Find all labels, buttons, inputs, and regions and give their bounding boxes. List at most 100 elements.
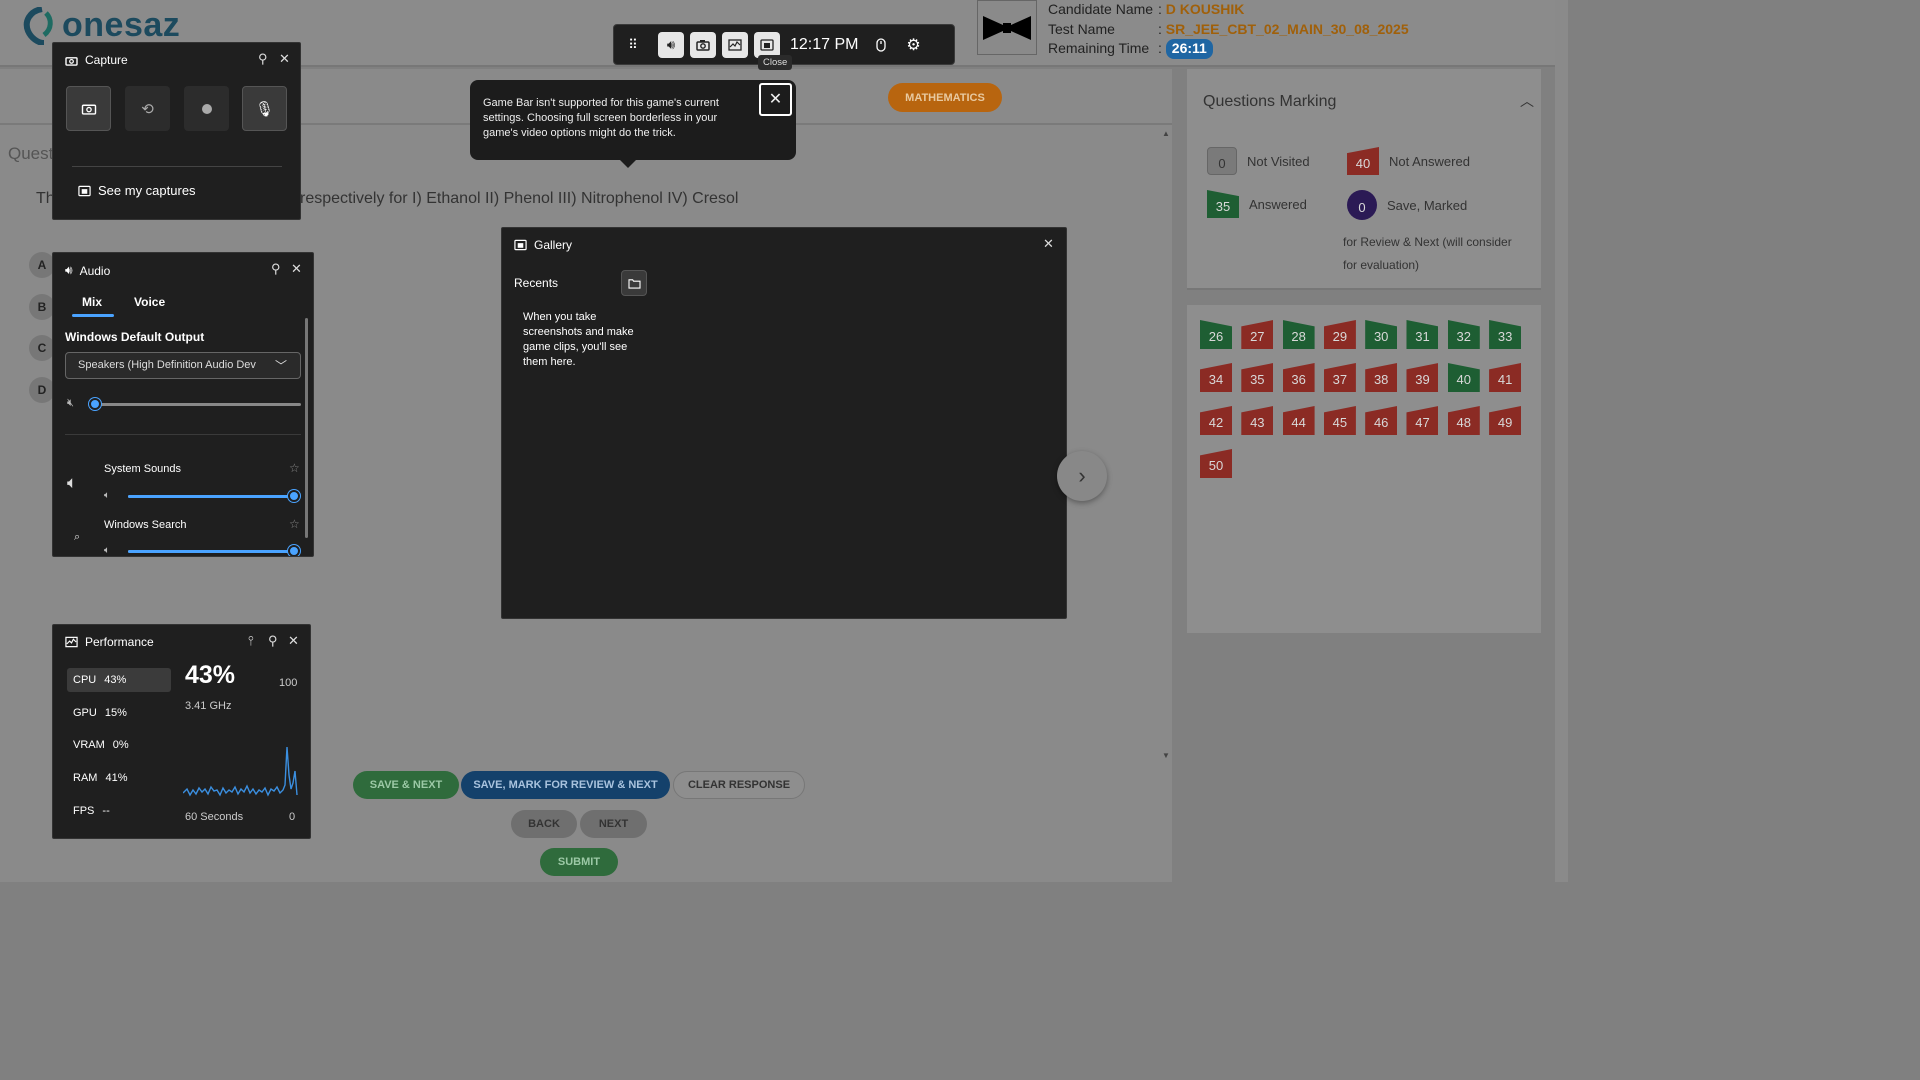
audio-scrollbar[interactable] bbox=[305, 318, 308, 538]
question-49-button[interactable]: 49 bbox=[1489, 406, 1522, 435]
tab-voice[interactable]: Voice bbox=[134, 295, 165, 309]
scroll-down-icon[interactable]: ▼ bbox=[1162, 751, 1170, 760]
open-folder-button[interactable] bbox=[621, 270, 647, 296]
gallery-title-text: Gallery bbox=[534, 238, 573, 252]
close-icon[interactable]: ✕ bbox=[1043, 236, 1054, 252]
question-42-button[interactable]: 42 bbox=[1200, 406, 1232, 435]
mic-toggle-button[interactable]: 🎙︎ bbox=[242, 86, 287, 131]
perf-label: RAM bbox=[73, 772, 98, 784]
save-mark-review-button[interactable]: SAVE, MARK FOR REVIEW & NEXT bbox=[461, 771, 670, 799]
pin-icon[interactable]: ⚲ bbox=[271, 261, 281, 277]
screenshot-button[interactable] bbox=[66, 86, 111, 131]
collapse-chevron-icon[interactable]: ︿ bbox=[1520, 91, 1534, 111]
question-35-button[interactable]: 35 bbox=[1241, 363, 1274, 392]
start-recording-button[interactable] bbox=[184, 86, 229, 131]
gallery-widget-icon[interactable] bbox=[754, 31, 780, 58]
cpu-graph bbox=[183, 746, 298, 797]
perf-label: CPU bbox=[73, 674, 97, 686]
question-36-button[interactable]: 36 bbox=[1282, 363, 1315, 392]
capture-widget-icon[interactable] bbox=[690, 31, 716, 58]
next-button[interactable]: NEXT bbox=[580, 810, 647, 838]
close-icon[interactable]: ✕ bbox=[279, 51, 290, 67]
perf-label: GPU bbox=[73, 707, 97, 719]
perf-row-fps[interactable]: FPS -- bbox=[67, 799, 171, 823]
question-32-button[interactable]: 32 bbox=[1447, 320, 1480, 349]
question-37-button[interactable]: 37 bbox=[1323, 363, 1356, 392]
output-device-select[interactable]: Speakers (High Definition Audio Dev bbox=[65, 352, 301, 379]
question-43-button[interactable]: 43 bbox=[1241, 406, 1274, 435]
performance-widget-icon[interactable] bbox=[722, 31, 748, 58]
answered-label: Answered bbox=[1249, 196, 1307, 212]
graph-window-label: 60 Seconds bbox=[185, 811, 244, 823]
options-icon[interactable]: ⫯ bbox=[248, 633, 254, 649]
question-grid: 26 27 28 29 30 31 32 33 34 35 36 37 38 39 40 41 42 43 44 45… bbox=[1200, 320, 1522, 478]
question-30-button[interactable]: 30 bbox=[1365, 320, 1398, 349]
perf-row-vram[interactable]: VRAM 0% bbox=[67, 733, 171, 757]
pin-icon[interactable]: ⚲ bbox=[258, 51, 268, 67]
question-39-button[interactable]: 39 bbox=[1406, 363, 1439, 392]
question-scrollbar[interactable]: ▲ ▼ bbox=[1160, 127, 1172, 764]
question-47-button[interactable]: 47 bbox=[1406, 406, 1439, 435]
favorite-star-icon[interactable]: ☆ bbox=[289, 517, 300, 531]
candidate-value: D KOUSHIK bbox=[1165, 1, 1245, 17]
record-last-icon: ⟲ bbox=[141, 100, 154, 118]
app-volume-slider[interactable] bbox=[128, 545, 300, 556]
master-volume-knob[interactable] bbox=[89, 398, 101, 410]
audio-widget-icon[interactable]: 🔊︎ bbox=[658, 31, 684, 58]
perf-row-gpu[interactable]: GPU 15% bbox=[67, 701, 171, 725]
record-last-button[interactable]: ⟲ bbox=[125, 86, 170, 131]
cpu-frequency: 3.41 GHz bbox=[185, 700, 232, 712]
next-arrow-button[interactable]: › bbox=[1057, 451, 1107, 501]
candidate-photo bbox=[977, 0, 1037, 55]
notice-close-button[interactable]: ✕ bbox=[759, 83, 792, 116]
scroll-up-icon[interactable]: ▲ bbox=[1162, 129, 1170, 138]
question-41-button[interactable]: 41 bbox=[1489, 363, 1522, 392]
close-icon[interactable]: ✕ bbox=[291, 261, 302, 277]
clear-response-button[interactable]: CLEAR RESPONSE bbox=[673, 771, 805, 799]
marked-count: 0 bbox=[1347, 190, 1377, 220]
test-label: Test Name bbox=[1048, 20, 1115, 37]
page-scrollbar[interactable] bbox=[1555, 0, 1568, 882]
question-31-button[interactable]: 31 bbox=[1406, 320, 1439, 349]
performance-title-text: Performance bbox=[85, 635, 154, 649]
questions-marking-panel: Questions Marking ︿ 0 Not Visited 40 Not… bbox=[1187, 69, 1541, 290]
question-26-button[interactable]: 26 bbox=[1200, 320, 1232, 349]
question-27-button[interactable]: 27 bbox=[1241, 320, 1274, 349]
question-33-button[interactable]: 33 bbox=[1489, 320, 1522, 349]
close-icon[interactable]: ✕ bbox=[288, 633, 299, 649]
settings-gear-icon[interactable]: ⚙ bbox=[900, 32, 926, 58]
app-volume-knob[interactable] bbox=[288, 545, 300, 556]
widget-menu-icon[interactable]: ⠿ bbox=[620, 32, 646, 58]
submit-button[interactable]: SUBMIT bbox=[540, 848, 618, 876]
save-next-button[interactable]: SAVE & NEXT bbox=[353, 771, 459, 799]
question-29-button[interactable]: 29 bbox=[1323, 320, 1356, 349]
question-34-button[interactable]: 34 bbox=[1200, 363, 1232, 392]
perf-row-ram[interactable]: RAM 41% bbox=[67, 766, 171, 790]
question-48-button[interactable]: 48 bbox=[1447, 406, 1480, 435]
graph-min: 0 bbox=[289, 811, 296, 823]
question-46-button[interactable]: 46 bbox=[1365, 406, 1398, 435]
question-40-button[interactable]: 40 bbox=[1447, 363, 1480, 392]
capture-widget: Capture ⚲ ✕ ⟲ 🎙︎ See my captures bbox=[52, 42, 301, 220]
back-button[interactable]: BACK bbox=[511, 810, 577, 838]
app-volume-slider[interactable] bbox=[128, 490, 300, 502]
muted-speaker-icon[interactable]: 🔇︎ bbox=[67, 397, 74, 410]
speaker-icon[interactable]: 🔈︎ bbox=[104, 545, 110, 556]
app-volume-knob[interactable] bbox=[288, 490, 300, 502]
question-28-button[interactable]: 28 bbox=[1282, 320, 1315, 349]
tab-mix[interactable]: Mix bbox=[82, 295, 102, 309]
question-38-button[interactable]: 38 bbox=[1365, 363, 1398, 392]
master-volume-slider[interactable] bbox=[89, 398, 301, 410]
speaker-icon[interactable]: 🔈︎ bbox=[104, 490, 110, 501]
answered-count: 35 bbox=[1207, 190, 1239, 218]
pin-icon[interactable]: ⚲ bbox=[268, 633, 278, 649]
question-44-button[interactable]: 44 bbox=[1282, 406, 1315, 435]
favorite-star-icon[interactable]: ☆ bbox=[289, 461, 300, 475]
mouse-icon[interactable] bbox=[868, 32, 894, 58]
question-45-button[interactable]: 45 bbox=[1323, 406, 1356, 435]
subject-mathematics-button[interactable]: MATHEMATICS bbox=[888, 83, 1002, 112]
question-50-button[interactable]: 50 bbox=[1200, 449, 1232, 478]
not-answered-label: Not Answered bbox=[1389, 153, 1470, 169]
see-captures-link[interactable]: See my captures bbox=[78, 183, 196, 198]
perf-row-cpu[interactable]: CPU 43% bbox=[67, 668, 171, 692]
